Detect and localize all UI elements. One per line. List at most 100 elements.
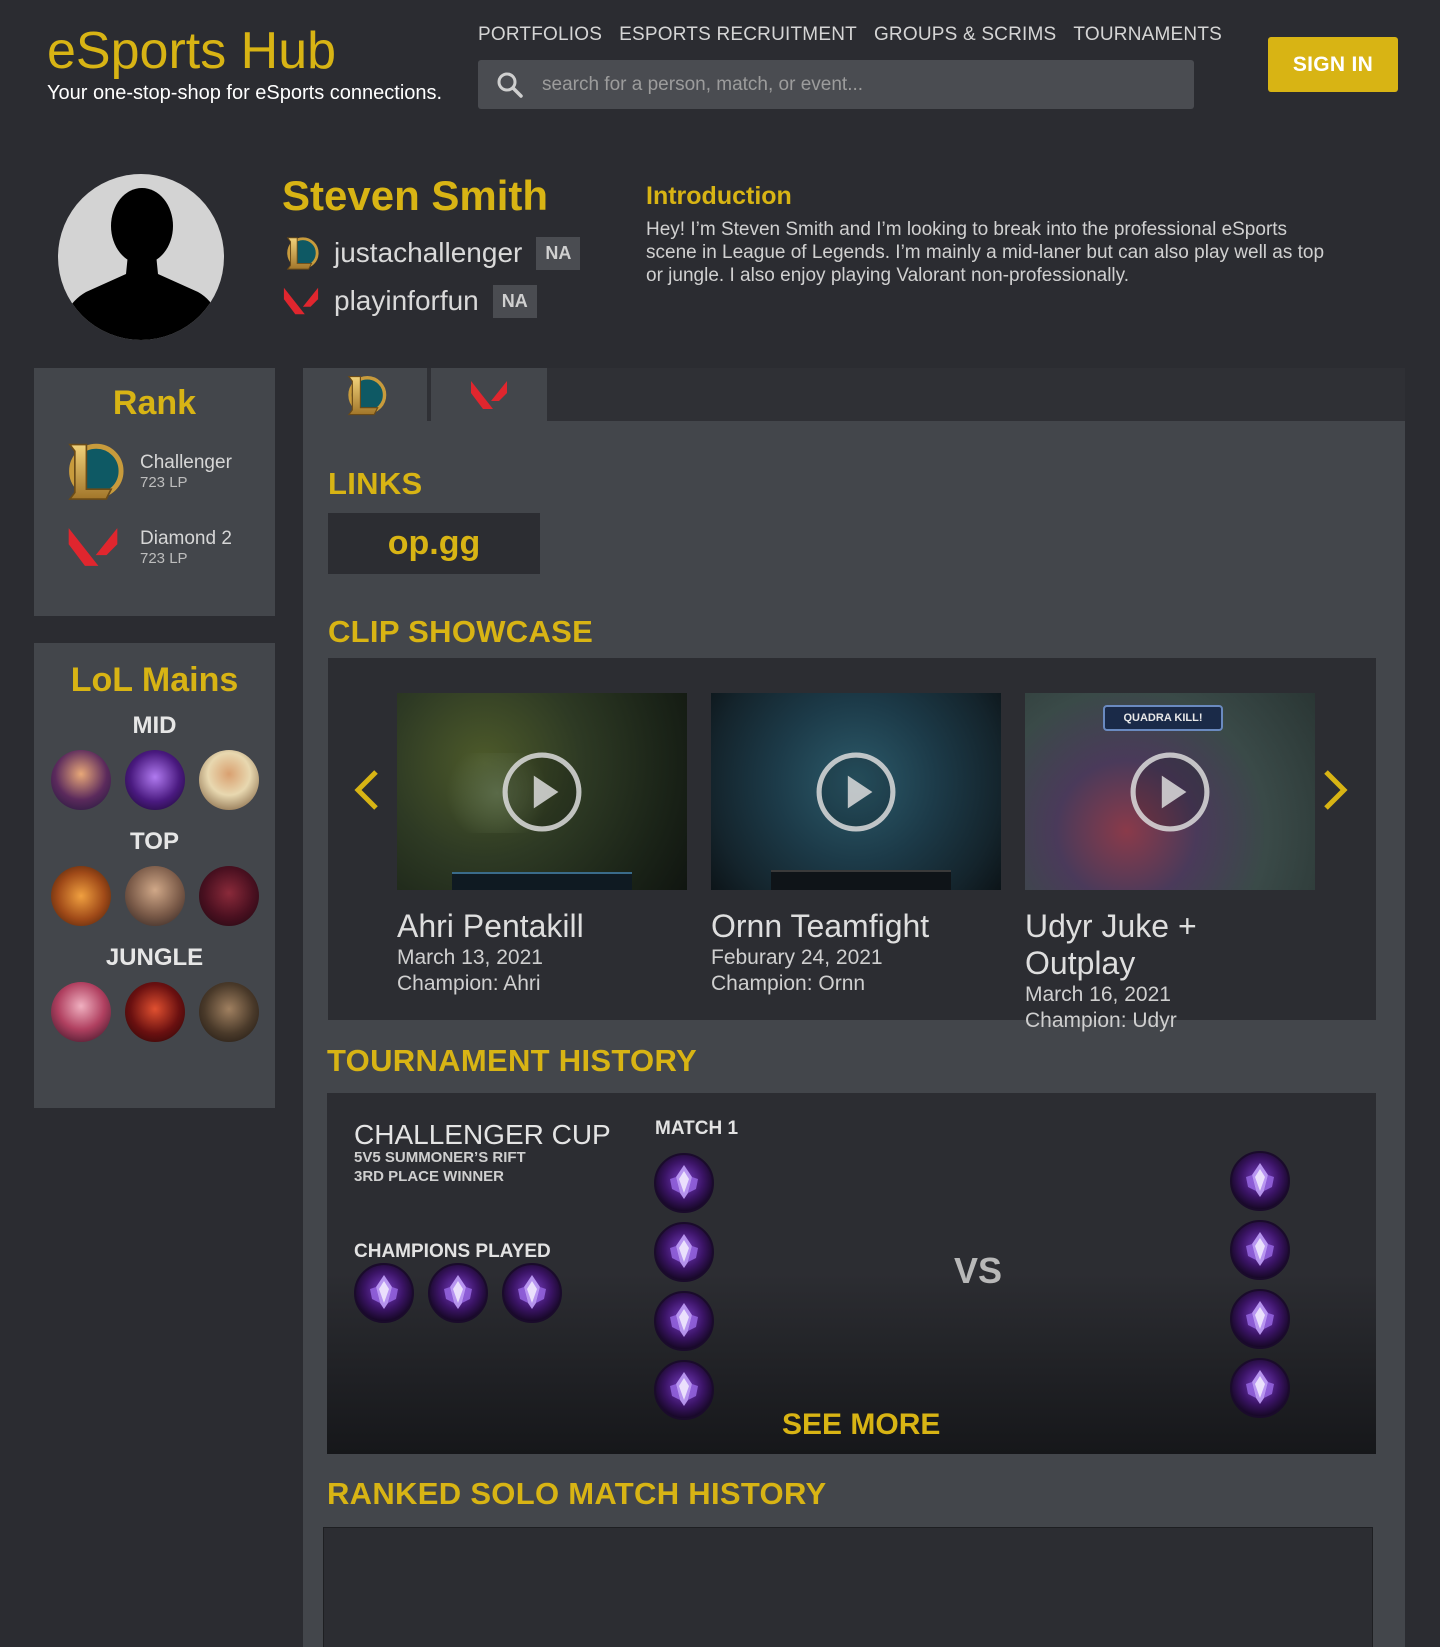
nav-esports-recruitment[interactable]: ESPORTS RECRUITMENT xyxy=(619,24,857,46)
mains-title: LoL Mains xyxy=(70,661,239,699)
game-tabs xyxy=(303,368,1405,421)
brand: eSports Hub Your one-stop-shop for eSpor… xyxy=(47,22,442,105)
clip-showcase-title: CLIP SHOWCASE xyxy=(328,614,594,649)
clip-champion: Champion: Udyr xyxy=(1025,1009,1177,1032)
tournament-mode: 5V5 SUMMONER’S RIFT xyxy=(354,1149,526,1166)
play-icon[interactable] xyxy=(815,751,897,833)
clip-champion: Champion: Ahri xyxy=(397,972,541,995)
ranked-history-list xyxy=(323,1527,1373,1647)
tournament-result: 3RD PLACE WINNER xyxy=(354,1168,505,1185)
search-input[interactable] xyxy=(542,73,1194,96)
brand-tagline: Your one-stop-shop for eSports connectio… xyxy=(47,82,443,104)
vs-label: VS xyxy=(954,1250,1003,1291)
account-valorant: playinforfun NA xyxy=(282,282,537,320)
default-avatar-icon xyxy=(58,188,224,340)
clip-thumbnail[interactable] xyxy=(397,693,687,890)
champion-portrait-icon[interactable] xyxy=(354,1263,414,1323)
clip-date: Feburary 24, 2021 xyxy=(711,946,883,969)
champ-row-top xyxy=(34,866,275,926)
clip-thumbnail[interactable] xyxy=(711,693,1001,890)
champion-portrait-icon xyxy=(654,1291,714,1351)
role-label: MID xyxy=(132,712,177,739)
champion-portrait-icon xyxy=(654,1360,714,1420)
nav-portfolios[interactable]: PORTFOLIOS xyxy=(478,24,602,46)
clip-date: March 13, 2021 xyxy=(397,946,543,969)
opgg-link-button[interactable]: op.gg xyxy=(328,513,540,574)
champion-portrait-icon[interactable] xyxy=(124,982,185,1042)
top-nav: PORTFOLIOS ESPORTS RECRUITMENT GROUPS & … xyxy=(478,24,1222,46)
champion-portrait-icon[interactable] xyxy=(50,982,111,1042)
search-icon[interactable] xyxy=(478,71,542,99)
champion-portrait-icon xyxy=(1230,1220,1290,1280)
champion-portrait-icon[interactable] xyxy=(502,1263,562,1323)
clip-title: Udyr Juke + Outplay xyxy=(1025,908,1197,981)
league-icon xyxy=(60,436,126,506)
tournament-history-title: TOURNAMENT HISTORY xyxy=(327,1043,697,1078)
champion-portrait-icon[interactable] xyxy=(428,1263,488,1323)
tab-league[interactable] xyxy=(303,368,427,421)
clip-date: March 16, 2021 xyxy=(1025,983,1171,1006)
champ-row-jungle xyxy=(34,982,275,1042)
tournament-name[interactable]: CHALLENGER CUP xyxy=(354,1119,611,1151)
champion-portrait-icon[interactable] xyxy=(198,866,259,926)
avatar xyxy=(58,174,224,340)
role-label: JUNGLE xyxy=(105,944,204,971)
champion-portrait-icon[interactable] xyxy=(50,866,111,926)
see-more-button[interactable]: SEE MORE xyxy=(782,1408,940,1442)
main-content: LINKS op.gg CLIP SHOWCASE Ahri Pentakill… xyxy=(303,368,1405,1647)
brand-logo-text[interactable]: eSports Hub xyxy=(47,22,442,80)
mains-panel: LoL Mains MID TOP JUNGLE xyxy=(34,643,275,1108)
region-badge: NA xyxy=(536,236,581,270)
champion-portrait-icon[interactable] xyxy=(124,750,185,810)
account-username[interactable]: justachallenger xyxy=(334,237,522,269)
play-icon[interactable] xyxy=(1129,751,1211,833)
role-label: TOP xyxy=(130,828,179,855)
account-league: justachallenger NA xyxy=(282,234,581,272)
champion-portrait-icon[interactable] xyxy=(50,750,111,810)
clip-champion: Champion: Ornn xyxy=(711,972,866,995)
intro-heading: Introduction xyxy=(646,182,792,210)
clip-title: Ornn Teamfight xyxy=(711,908,930,944)
rank-title: Rank xyxy=(112,384,197,422)
links-title: LINKS xyxy=(328,466,423,501)
tab-valorant[interactable] xyxy=(431,368,547,421)
valorant-icon xyxy=(60,520,126,574)
play-icon[interactable] xyxy=(501,751,583,833)
chevron-right-icon xyxy=(1324,770,1348,810)
valorant-icon xyxy=(467,375,511,415)
region-badge: NA xyxy=(492,284,537,318)
clip-card[interactable]: Ornn Teamfight Feburary 24, 2021 Champio… xyxy=(711,693,1001,997)
champions-played-label: CHAMPIONS PLAYED xyxy=(354,1241,551,1262)
champion-portrait-icon xyxy=(654,1222,714,1282)
rank-tier: Challenger xyxy=(140,451,232,473)
clip-carousel: Ahri Pentakill March 13, 2021 Champion: … xyxy=(328,658,1376,1032)
champion-portrait-icon xyxy=(1230,1289,1290,1349)
ranked-history-title: RANKED SOLO MATCH HISTORY xyxy=(327,1476,827,1511)
tournament-card: CHALLENGER CUP 5V5 SUMMONER’S RIFT 3RD P… xyxy=(327,1093,1376,1454)
rank-lp: 723 LP xyxy=(140,473,188,491)
carousel-next-button[interactable] xyxy=(1322,768,1350,817)
clip-thumbnail[interactable]: QUADRA KILL! xyxy=(1025,693,1315,890)
rank-lp: 723 LP xyxy=(140,549,188,567)
rank-entry-valorant: Diamond 2 723 LP xyxy=(60,520,232,574)
champion-portrait-icon[interactable] xyxy=(124,866,185,926)
rank-panel: Rank Challenger 723 LP Diamond 2 723 LP xyxy=(34,368,275,616)
league-icon xyxy=(282,234,320,272)
chevron-left-icon xyxy=(354,770,378,810)
champion-portrait-icon[interactable] xyxy=(198,750,259,810)
intro-text: Hey! I’m Steven Smith and I’m looking to… xyxy=(646,219,1325,286)
clip-title: Ahri Pentakill xyxy=(397,908,584,944)
clip-card[interactable]: QUADRA KILL! Udyr Juke + Outplay March 1… xyxy=(1025,693,1315,1034)
valorant-icon xyxy=(282,282,320,320)
account-username[interactable]: playinforfun xyxy=(334,285,479,317)
champ-row-mid xyxy=(34,750,275,810)
nav-groups-scrims[interactable]: GROUPS & SCRIMS xyxy=(874,24,1056,46)
champion-portrait-icon[interactable] xyxy=(198,982,259,1042)
sign-in-button[interactable]: SIGN IN xyxy=(1268,37,1398,92)
nav-tournaments[interactable]: TOURNAMENTS xyxy=(1073,24,1222,46)
carousel-prev-button[interactable] xyxy=(352,768,380,817)
quadra-kill-banner: QUADRA KILL! xyxy=(1103,705,1223,731)
profile-name: Steven Smith xyxy=(282,172,549,219)
clip-card[interactable]: Ahri Pentakill March 13, 2021 Champion: … xyxy=(397,693,687,997)
search-bar xyxy=(478,60,1194,109)
